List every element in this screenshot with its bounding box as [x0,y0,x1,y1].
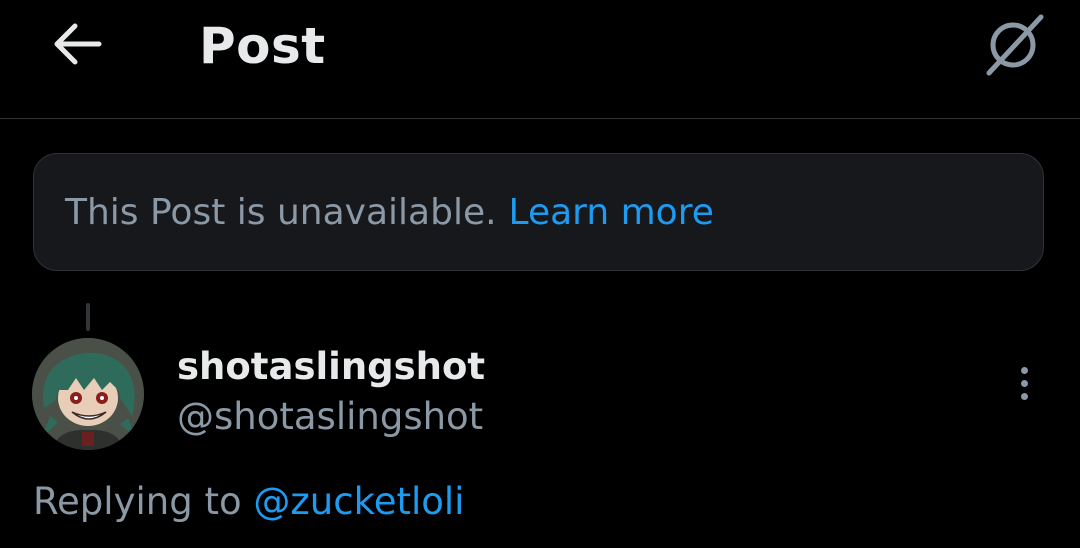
back-button[interactable] [46,18,110,74]
back-arrow-icon [53,22,103,70]
thread-connector [86,303,90,331]
grok-icon [981,11,1047,81]
top-bar: Post [0,0,1080,119]
author-handle[interactable]: @shotaslingshot [177,394,483,440]
replying-to: Replying to @zucketloli [33,478,464,526]
unavailable-notice: This Post is unavailable. Learn more [33,153,1044,271]
notice-text: This Post is unavailable. [65,191,497,233]
author-display-name[interactable]: shotaslingshot [177,344,485,390]
avatar[interactable] [32,338,144,450]
post-screen: Post This Post is unavailable. Learn mor… [0,0,1080,548]
more-dot-icon [1020,379,1028,387]
more-dot-icon [1020,366,1028,374]
more-options-button[interactable] [1004,360,1044,406]
more-dot-icon [1020,392,1028,400]
grok-button[interactable] [976,8,1052,84]
learn-more-link[interactable]: Learn more [509,192,714,233]
replying-to-label: Replying to [33,480,242,523]
page-title: Post [199,17,326,75]
reply-mention-link[interactable]: @zucketloli [253,480,464,523]
